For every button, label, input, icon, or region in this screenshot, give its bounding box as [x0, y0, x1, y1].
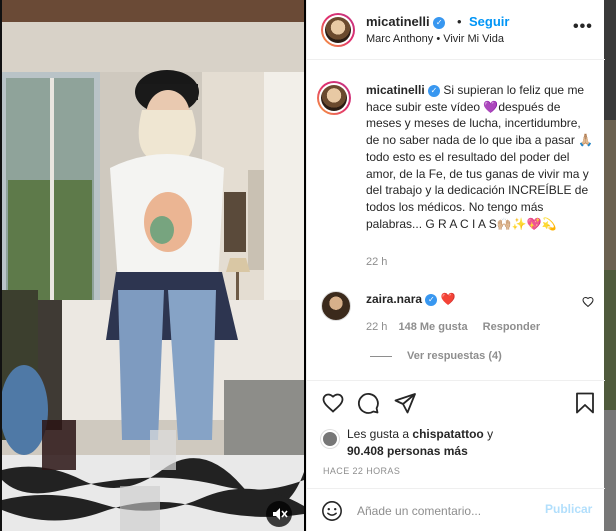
emoji-button[interactable]: [321, 500, 343, 522]
likes-count[interactable]: 90.408 personas más: [347, 444, 468, 458]
verified-badge-icon: ✓: [428, 84, 441, 97]
caption-timestamp[interactable]: 22 h: [366, 256, 387, 268]
follow-button[interactable]: Seguir: [469, 14, 509, 29]
replies-divider: [370, 356, 392, 357]
comment-text: ❤️: [440, 292, 456, 306]
author-username-text[interactable]: micatinelli: [366, 14, 430, 29]
commenter-avatar[interactable]: [321, 291, 351, 321]
gutter-block: [604, 270, 616, 410]
author-avatar[interactable]: [321, 13, 355, 47]
comment-like-button[interactable]: [582, 296, 594, 311]
heart-icon: [322, 393, 344, 413]
comment-likes[interactable]: 148 Me gusta: [398, 321, 467, 333]
right-gutter: [604, 0, 616, 531]
comment-timestamp[interactable]: 22 h: [366, 321, 387, 333]
verified-badge-icon: ✓: [433, 16, 446, 29]
more-options-button[interactable]: •••: [573, 18, 593, 36]
add-comment-bar: Publicar: [307, 488, 605, 531]
bookmark-icon: [576, 392, 594, 414]
caption-author-avatar[interactable]: [317, 81, 351, 115]
comment-input[interactable]: [357, 500, 537, 522]
post-side-panel: micatinelli ✓ • Seguir Marc Anthony • Vi…: [306, 0, 605, 531]
like-button[interactable]: [321, 391, 345, 415]
liker-username[interactable]: chispatattoo: [412, 427, 483, 441]
post-video[interactable]: [2, 0, 304, 531]
gutter-block: [604, 410, 616, 531]
comments-section[interactable]: micatinelli ✓ Si supieran lo feliz que m…: [307, 61, 605, 379]
reply-button[interactable]: Responder: [483, 321, 540, 333]
mute-button[interactable]: [266, 501, 292, 527]
post-header: micatinelli ✓ • Seguir Marc Anthony • Vi…: [307, 0, 605, 60]
speaker-muted-icon: [273, 508, 288, 520]
post-caption: micatinelli ✓ Si supieran lo feliz que m…: [366, 82, 594, 232]
heart-outline-icon: [582, 296, 594, 308]
gutter-block: [604, 0, 616, 120]
publish-button[interactable]: Publicar: [545, 502, 592, 516]
header-separator: •: [457, 14, 462, 29]
commenter-username[interactable]: zaira.nara: [366, 292, 422, 306]
paper-plane-icon: [394, 393, 416, 414]
likes-prefix: Les gusta a: [347, 427, 413, 441]
video-frame-image: [2, 0, 304, 531]
caption-text: Si supieran lo feliz que me hace subir e…: [366, 83, 594, 231]
save-button[interactable]: [573, 391, 597, 415]
view-replies-button[interactable]: Ver respuestas (4): [407, 350, 502, 362]
comment-meta: 22 h 148 Me gusta Responder: [366, 321, 540, 333]
post-actions: [307, 380, 605, 420]
author-username[interactable]: micatinelli ✓: [366, 14, 446, 29]
verified-badge-icon: ✓: [425, 293, 438, 306]
likes-text: Les gusta a chispatattoo y 90.408 person…: [347, 426, 493, 459]
post-timestamp[interactable]: HACE 22 HORAS: [323, 466, 400, 476]
likes-connector: y: [483, 427, 494, 441]
audio-label[interactable]: Marc Anthony • Vivir Mi Vida: [366, 33, 504, 45]
smiley-icon: [322, 501, 342, 521]
liker-avatar[interactable]: [321, 430, 339, 448]
gutter-block: [604, 120, 616, 270]
comment-button[interactable]: [356, 391, 380, 415]
comment-bubble-icon: [357, 393, 379, 414]
share-button[interactable]: [393, 391, 417, 415]
comment-item: zaira.nara ✓ ❤️: [366, 292, 456, 306]
caption-username[interactable]: micatinelli: [366, 83, 425, 97]
